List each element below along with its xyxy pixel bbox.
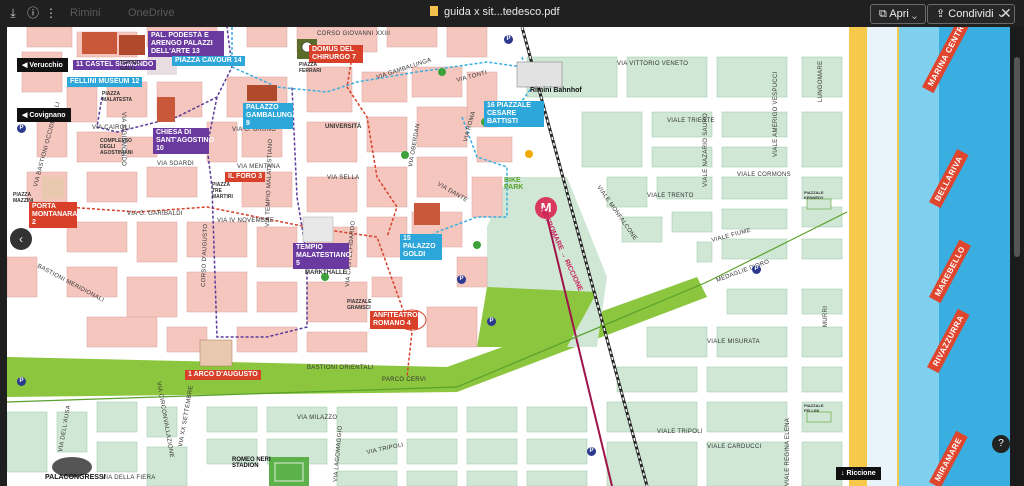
share-icon: ⇪ (936, 8, 949, 20)
parking-icon: P (587, 447, 596, 456)
palacongressi-label: PALACONGRESSI (45, 474, 106, 481)
universita-label: UNIVERSITÀ (325, 124, 362, 130)
svg-text:CORSO GIOVANNI XXIII: CORSO GIOVANNI XXIII (317, 31, 390, 37)
chevron-down-icon: ⌄ (908, 8, 918, 20)
parking-icon: P (17, 124, 26, 133)
landmark-anfiteatro-romano[interactable]: ANFITEATRO ROMANO 4 (370, 311, 418, 329)
parking-icon: P (487, 317, 496, 326)
svg-text:BASTIONI ORIENTALI: BASTIONI ORIENTALI (307, 365, 373, 371)
background-app-title-2: OneDrive (128, 7, 175, 19)
piazza-mazzini-label: PIAZZA MAZZINI (13, 192, 34, 204)
piazza-ferrari-label: PIAZZA FERRARI (299, 62, 322, 74)
open-button[interactable]: ⧉ Apri ⌄ (870, 4, 927, 24)
landmark-fellini-museum[interactable]: FELLINI MUSEUM 12 (67, 77, 143, 87)
landmark-sant-agostino[interactable]: CHIESA DI SANT'AGOSTINO 10 (153, 128, 214, 154)
stadium-label: ROMEO NERI STADION (232, 457, 271, 469)
arco-augusto-drawing (199, 339, 233, 367)
more-vertical-icon[interactable]: ⋮ (44, 6, 58, 20)
svg-text:VIA DELLA FIERA: VIA DELLA FIERA (102, 475, 156, 481)
bike-park-label: BIKE PARK (504, 177, 524, 191)
landmark-palazzo-podesta[interactable]: PAL. PODESTÀ E ARENGO PALAZZI DELL'ARTE … (148, 31, 224, 57)
complesso-agostiniani-label: COMPLESSO DEGLI AGOSTINIANI (100, 138, 133, 156)
gambalunga-drawing (247, 85, 277, 101)
palazzo-goldi-drawing (414, 203, 440, 225)
piazza-tre-martiri-label: PIAZZA TRE MARTIRI (212, 182, 233, 200)
landmark-palazzo-goldi[interactable]: 15 PALAZZO GOLDI (400, 234, 442, 260)
landmark-domus-chirurgo[interactable]: DOMUS DEL CHIRURGO 7 (309, 45, 363, 63)
landmark-piazza-cavour[interactable]: PIAZZA CAVOUR 14 (172, 56, 245, 66)
markthalle-label: MARKTHALLE (305, 270, 347, 276)
piazzale-fellini-label: PIAZZALE FELLINI (804, 403, 824, 413)
svg-text:VIALE CARDUCCI: VIALE CARDUCCI (707, 444, 762, 450)
svg-text:PARCO CERVI: PARCO CERVI (382, 377, 426, 383)
svg-text:VIA MENTANA: VIA MENTANA (237, 164, 280, 170)
direction-verucchio[interactable]: ◀ Verucchio (17, 58, 68, 72)
info-icon[interactable]: ⓘ (26, 6, 40, 20)
vertical-scrollbar[interactable] (1010, 27, 1024, 486)
piazzale-gramsci-label: PIAZZALE GRAMSCI (347, 299, 372, 311)
station-label: Rimini Bahnhof (530, 87, 582, 94)
svg-text:VIALE AMERIGO VESPUCCI: VIALE AMERIGO VESPUCCI (773, 71, 779, 157)
svg-text:VIA G. GARIBALDI: VIA G. GARIBALDI (127, 211, 183, 217)
share-label: Condividi (948, 8, 994, 20)
download-icon[interactable]: ⤓ (6, 6, 20, 20)
sant-agostino-drawing (157, 97, 175, 122)
parking-icon: P (457, 275, 466, 284)
help-icon: ? (998, 438, 1004, 449)
direction-covignano[interactable]: ◀ Covignano (17, 108, 71, 122)
castel-sismondo-drawing (82, 32, 117, 54)
close-icon[interactable]: ✕ (1000, 5, 1012, 22)
svg-text:VIALE CORMONS: VIALE CORMONS (737, 172, 791, 178)
svg-text:VIALE TRENTO: VIALE TRENTO (647, 193, 694, 199)
svg-text:VIA SELLA: VIA SELLA (327, 175, 359, 181)
svg-text:VIALE MISURATA: VIALE MISURATA (707, 339, 760, 345)
piazzale-kennedy-label: PIAZZALE KENNEDY (804, 190, 824, 200)
landmark-arco-augusto[interactable]: 1 ARCO D'AUGUSTO (185, 370, 261, 380)
svg-text:MURRI: MURRI (823, 306, 829, 327)
previous-page-button[interactable]: ‹ (10, 228, 32, 250)
svg-text:VIALE TRIPOLI: VIALE TRIPOLI (657, 429, 703, 435)
svg-text:VIALE REGINA ELENA: VIALE REGINA ELENA (785, 418, 791, 486)
landmark-il-foro[interactable]: IL FORO 3 (225, 172, 266, 182)
scrollbar-thumb[interactable] (1014, 57, 1020, 257)
viewer-toolbar: ⤓ ⓘ ⋮ Rimini OneDrive guida x sit...tede… (0, 0, 1024, 27)
file-name-text: guida x sit...tedesco.pdf (444, 6, 560, 18)
open-label: Apri (889, 8, 909, 20)
file-name: guida x sit...tedesco.pdf (430, 6, 560, 18)
svg-text:LUNGOMARE: LUNGOMARE (818, 61, 824, 102)
landmark-porta-montanara[interactable]: PORTA MONTANARA 2 (29, 202, 77, 228)
svg-text:VIA VITTORIO VENETO: VIA VITTORIO VENETO (617, 61, 688, 67)
tempio-drawing (302, 216, 334, 243)
landmark-castel-sismondo[interactable]: 11 CASTEL SISMONDO (73, 60, 157, 70)
landmark-palazzo-gambalunga[interactable]: PALAZZO GAMBALUNGA 9 (243, 103, 297, 129)
open-external-icon: ⧉ (879, 8, 890, 20)
landmark-tempio-malatestiano[interactable]: TEMPIO MALATESTIANO 5 (293, 243, 351, 269)
help-button[interactable]: ? (992, 435, 1010, 453)
landmark-piazzale-cesare-battisti[interactable]: 16 PIAZZALE CESARE BATTISTI (484, 101, 544, 127)
teatro-galli-label: TEATRO GALLI (120, 60, 141, 72)
svg-text:VIALE NAZARIO SAURO: VIALE NAZARIO SAURO (703, 113, 709, 187)
parking-icon: P (504, 35, 513, 44)
porta-montanara-drawing (42, 177, 64, 199)
parking-icon: P (752, 265, 761, 274)
pdf-file-icon (430, 6, 438, 16)
station-building (516, 61, 563, 88)
svg-text:VIA MILAZZO: VIA MILAZZO (297, 415, 337, 421)
rimini-map: CORSO GIOVANNI XXIII VIA GAMBALUNGA VIA … (7, 27, 1010, 486)
direction-riccione[interactable]: ↓ Riccione (836, 467, 881, 480)
background-app-title: Rimini (70, 7, 101, 19)
parking-icon: P (17, 377, 26, 386)
chevron-left-icon: ‹ (19, 232, 23, 246)
piazza-malatesta-label: PIAZZA MALATESTA (102, 91, 133, 103)
svg-text:VIA SOARDI: VIA SOARDI (157, 161, 194, 167)
pdf-page-map: CORSO GIOVANNI XXIII VIA GAMBALUNGA VIA … (7, 27, 1010, 486)
